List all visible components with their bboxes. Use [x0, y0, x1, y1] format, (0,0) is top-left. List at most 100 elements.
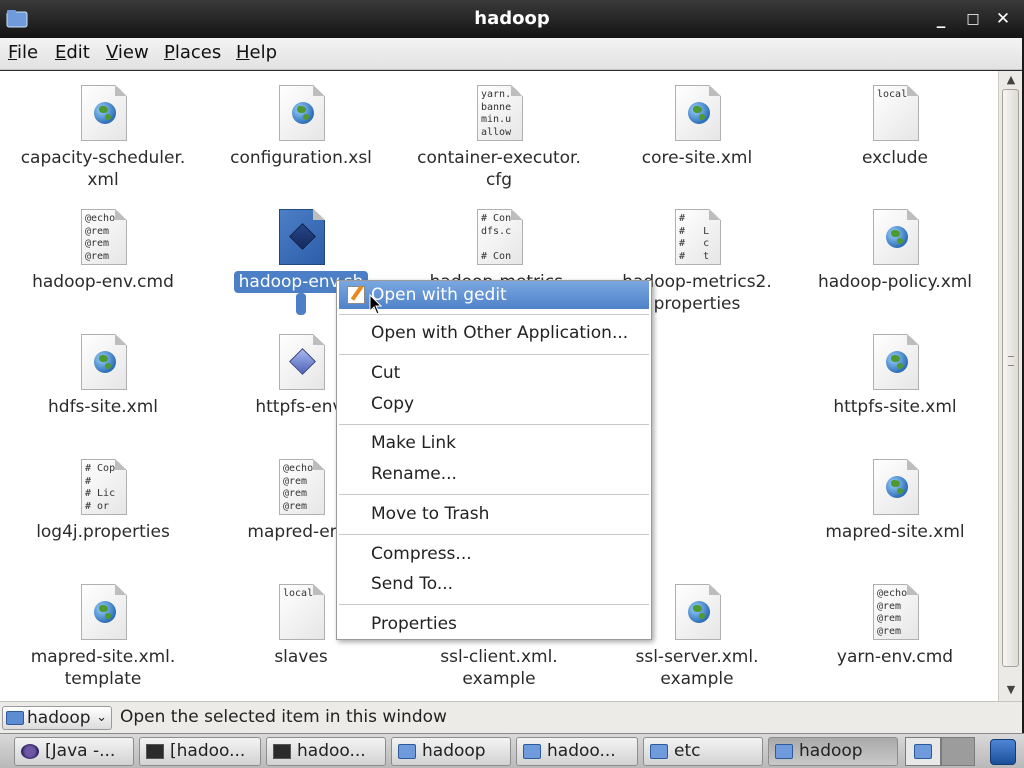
file-icon: yarn. banne min.u allow	[477, 85, 523, 141]
minimize-button[interactable]: _	[930, 8, 952, 30]
file-item[interactable]: mapred-site.xml. template	[8, 584, 198, 702]
text-preview: local	[283, 588, 314, 599]
menu-item-rename[interactable]: Rename...	[339, 460, 649, 488]
menu-item-make-link[interactable]: Make Link	[339, 429, 649, 457]
text-preview: @echo @rem @rem @rem	[283, 463, 314, 512]
globe-icon	[292, 102, 314, 124]
scroll-down-icon[interactable]: ▼	[1004, 683, 1018, 697]
file-icon: local	[873, 85, 919, 141]
file-icon	[675, 85, 721, 141]
menu-file[interactable]: File	[8, 42, 38, 63]
file-name: exclude	[861, 148, 929, 168]
taskbar-button[interactable]: hadoo...	[516, 737, 638, 766]
location-dropdown[interactable]: hadoop ⌄	[2, 706, 112, 730]
close-button[interactable]: ✕	[992, 8, 1014, 30]
workspace-2[interactable]	[941, 737, 975, 766]
file-icon	[81, 334, 127, 390]
file-item[interactable]: mapred-site.xml	[800, 459, 990, 577]
menu-item-properties[interactable]: Properties	[339, 610, 649, 638]
file-icon	[279, 334, 325, 390]
file-icon: @echo @rem @rem @rem	[873, 584, 919, 640]
text-preview: @echo @rem @rem @rem	[877, 588, 908, 637]
status-bar: hadoop ⌄ Open the selected item in this …	[0, 701, 1022, 733]
text-preview: @echo @rem @rem @rem	[85, 213, 116, 262]
menu-item-open-with-other[interactable]: Open with Other Application...	[339, 319, 649, 347]
status-message: Open the selected item in this window	[120, 707, 447, 727]
file-icon	[873, 209, 919, 265]
menu-separator	[339, 534, 649, 535]
menu-separator	[339, 604, 649, 605]
menu-item-send-to[interactable]: Send To...	[339, 570, 649, 598]
file-name: capacity-scheduler. xml	[20, 148, 186, 190]
menu-item-compress[interactable]: Compress...	[339, 540, 649, 568]
globe-icon	[94, 351, 116, 373]
file-item[interactable]: capacity-scheduler. xml	[8, 85, 198, 203]
file-item[interactable]: hadoop-policy.xml	[800, 209, 990, 327]
file-icon: # Con dfs.c # Con	[477, 209, 523, 265]
globe-icon	[886, 226, 908, 248]
file-name: log4j.properties	[36, 522, 170, 542]
menu-separator	[339, 494, 649, 495]
text-preview: yarn. banne min.u allow	[481, 89, 512, 138]
window-title: hadoop	[474, 8, 550, 29]
menu-separator	[339, 424, 649, 425]
globe-icon	[886, 476, 908, 498]
trash-icon[interactable]	[990, 739, 1016, 765]
workspace-1[interactable]	[905, 737, 941, 766]
file-item[interactable]: configuration.xsl	[206, 85, 396, 203]
file-name: mapred-site.xml	[825, 522, 965, 542]
file-item[interactable]: local exclude	[800, 85, 990, 203]
taskbar-button[interactable]: [hadoo...	[139, 737, 261, 766]
menu-item-copy[interactable]: Copy	[339, 390, 649, 418]
menu-help[interactable]: Help	[236, 42, 277, 63]
taskbar-button[interactable]: etc	[643, 737, 763, 766]
taskbar: [Java -... [hadoo... hadoo... hadoop hadoo..…	[0, 733, 1024, 768]
file-item[interactable]: yarn. banne min.u allow container-executo…	[404, 85, 594, 203]
file-item[interactable]: @echo @rem @rem @rem yarn-env.cmd	[800, 584, 990, 702]
menu-places[interactable]: Places	[164, 42, 221, 63]
terminal-icon	[273, 744, 291, 759]
taskbar-button[interactable]: hadoo...	[266, 737, 386, 766]
file-item[interactable]: # Cop # # Lic # or log4j.properties	[8, 459, 198, 577]
file-name: slaves	[274, 647, 328, 667]
file-icon	[81, 584, 127, 640]
file-item[interactable]: core-site.xml	[602, 85, 792, 203]
globe-icon	[94, 601, 116, 623]
scroll-up-icon[interactable]: ▲	[1004, 73, 1018, 87]
menu-item-move-to-trash[interactable]: Move to Trash	[339, 500, 649, 528]
file-name: container-executor. cfg	[417, 148, 581, 190]
file-name: hdfs-site.xml	[48, 397, 158, 417]
script-icon	[289, 348, 316, 375]
taskbar-button[interactable]: hadoop	[768, 737, 898, 766]
terminal-icon	[146, 744, 164, 759]
vertical-scrollbar[interactable]: ▲ ▼	[998, 71, 1022, 701]
text-preview: # Con dfs.c # Con	[481, 213, 512, 262]
text-preview: # # L # c # t	[679, 213, 710, 262]
file-icon: # Cop # # Lic # or	[81, 459, 127, 515]
globe-icon	[94, 102, 116, 124]
file-item[interactable]: hdfs-site.xml	[8, 334, 198, 452]
globe-icon	[886, 351, 908, 373]
menu-separator	[339, 314, 649, 315]
file-icon	[873, 334, 919, 390]
menu-item-open-with-gedit[interactable]: Open with gedit	[339, 281, 649, 309]
globe-icon	[688, 102, 710, 124]
menu-separator	[339, 354, 649, 355]
file-icon: # # L # c # t	[675, 209, 721, 265]
taskbar-button[interactable]: hadoop	[391, 737, 511, 766]
file-icon: @echo @rem @rem @rem	[81, 209, 127, 265]
menu-edit[interactable]: Edit	[55, 42, 90, 63]
folder-icon	[6, 711, 24, 725]
menu-bar: File Edit View Places Help	[0, 38, 1024, 70]
file-item[interactable]: httpfs-site.xml	[800, 334, 990, 452]
file-item[interactable]: @echo @rem @rem @rem hadoop-env.cmd	[8, 209, 198, 327]
menu-view[interactable]: View	[106, 42, 149, 63]
taskbar-button[interactable]: [Java -...	[14, 737, 134, 766]
folder-icon	[775, 744, 793, 759]
file-name: core-site.xml	[641, 148, 753, 168]
scrollbar-thumb[interactable]	[1002, 89, 1019, 667]
file-icon	[279, 209, 325, 265]
menu-item-cut[interactable]: Cut	[339, 359, 649, 387]
globe-icon	[688, 601, 710, 623]
maximize-button[interactable]: □	[962, 8, 984, 30]
